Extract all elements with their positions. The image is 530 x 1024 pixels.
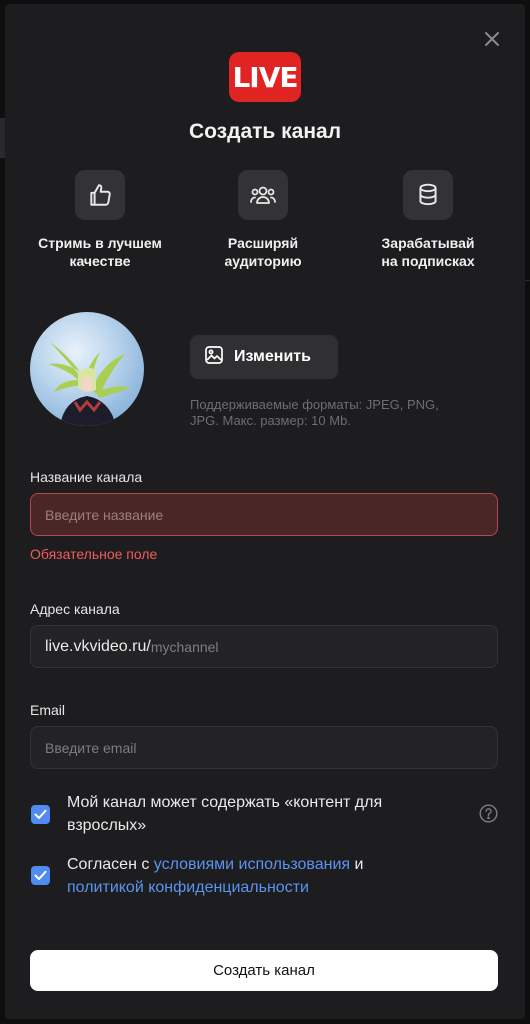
terms-of-use-link[interactable]: условиями использования <box>154 856 350 873</box>
adult-content-text: Мой канал может содержать «контент для в… <box>67 791 447 837</box>
check-icon <box>34 809 47 819</box>
address-prefix: live.vkvideo.ru/ <box>45 637 151 655</box>
audience-icon <box>238 170 288 220</box>
privacy-policy-link[interactable]: политикой конфиденциальности <box>67 879 309 896</box>
feature-label: Стримь в лучшем <box>38 235 162 251</box>
dialog-title: Создать канал <box>188 120 342 143</box>
avatar-format-hint: Поддерживаемые форматы: JPEG, PNG, JPG. … <box>190 397 490 429</box>
adult-line: Мой канал может содержать «контент для <box>67 794 383 811</box>
adult-line: взрослых» <box>67 817 147 834</box>
change-avatar-button[interactable]: Изменить <box>190 335 338 379</box>
terms-checkbox[interactable] <box>31 866 50 885</box>
channel-name-input[interactable]: Введите название <box>30 493 498 536</box>
feature-audience: Расширяй аудиторию <box>188 170 338 270</box>
backdrop-divider <box>525 280 530 281</box>
image-icon <box>204 345 224 370</box>
email-input[interactable]: Введите email <box>30 726 498 769</box>
feature-label: Расширяй <box>227 235 299 251</box>
email-label: Email <box>30 702 66 718</box>
feature-label: Зарабатывай <box>381 235 475 251</box>
adult-content-checkbox[interactable] <box>31 805 50 824</box>
feature-earn: Зарабатывай на подписках <box>353 170 503 270</box>
create-channel-button[interactable]: Создать канал <box>30 950 498 991</box>
feature-label: аудиторию <box>224 253 302 269</box>
channel-name-placeholder: Введите название <box>45 506 164 523</box>
email-placeholder: Введите email <box>45 739 137 756</box>
terms-and: и <box>350 856 364 873</box>
hint-line: JPG. Макс. размер: 10 Mb. <box>190 413 351 428</box>
change-avatar-label: Изменить <box>234 348 311 365</box>
address-placeholder: mychannel <box>150 638 219 655</box>
channel-address-input[interactable]: live.vkvideo.ru/ mychannel <box>30 625 498 668</box>
hint-line: Поддерживаемые форматы: JPEG, PNG, <box>190 397 439 412</box>
help-icon[interactable] <box>479 804 498 823</box>
check-icon <box>34 870 47 880</box>
close-icon[interactable] <box>481 28 503 50</box>
channel-avatar[interactable] <box>30 312 144 426</box>
live-logo: LIVE <box>229 52 301 102</box>
thumbs-up-icon <box>75 170 125 220</box>
channel-name-error: Обязательное поле <box>30 546 158 562</box>
feature-quality: Стримь в лучшем качестве <box>25 170 175 270</box>
channel-address-label: Адрес канала <box>30 601 120 617</box>
terms-prefix: Согласен с <box>67 856 154 873</box>
terms-text: Согласен с условиями использования и пол… <box>67 853 447 899</box>
feature-label: качестве <box>69 253 131 269</box>
coins-icon <box>403 170 453 220</box>
create-channel-dialog: LIVE Создать канал Стримь в лучшем качест… <box>5 4 525 1019</box>
channel-name-label: Название канала <box>30 469 143 485</box>
feature-label: на подписках <box>381 253 475 269</box>
